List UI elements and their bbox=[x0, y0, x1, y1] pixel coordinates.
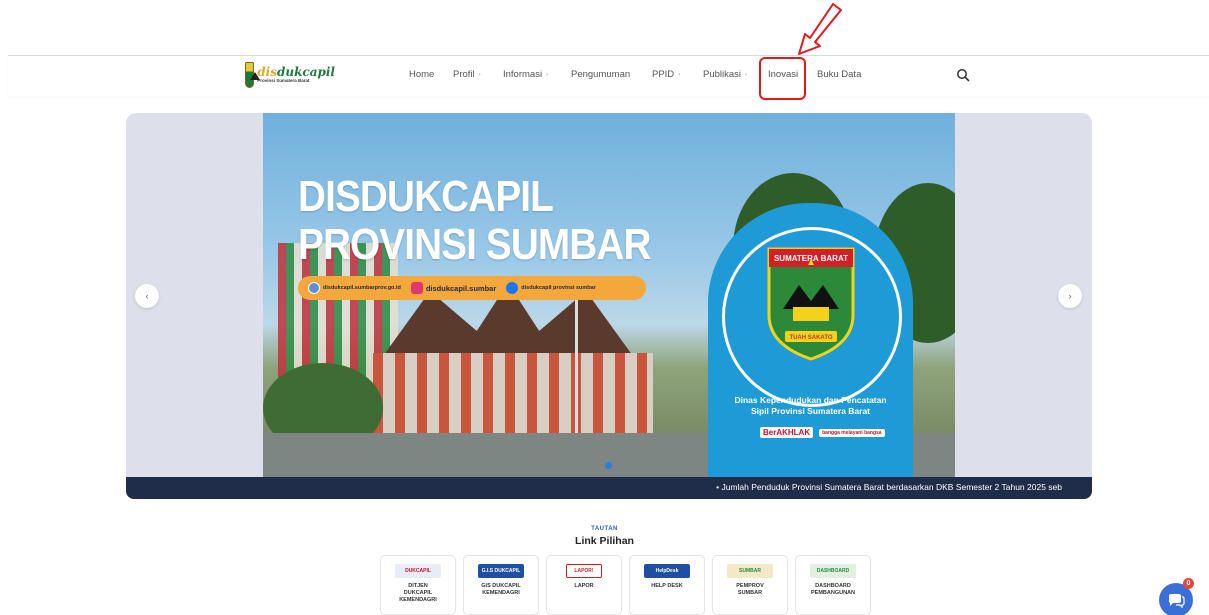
berakhlak-logo: BerAKHLAK bbox=[760, 427, 814, 438]
lapor-logo-icon: LAPOR! bbox=[566, 564, 602, 578]
link-cards: DUKCAPIL DITJEN DUKCAPIL KEMENDAGRI G.I.… bbox=[380, 555, 871, 615]
chat-icon bbox=[1169, 594, 1185, 608]
nav-publikasi[interactable]: Publikasi › bbox=[703, 66, 747, 85]
link-card-lapor[interactable]: LAPOR! LAPOR bbox=[546, 555, 622, 615]
link-card-ditjen-dukcapil[interactable]: DUKCAPIL DITJEN DUKCAPIL KEMENDAGRI bbox=[380, 555, 456, 615]
link-card-dashboard-pembangunan[interactable]: DASHBOARD DASHBOARD PEMBANGUNAN bbox=[795, 555, 871, 615]
nav-informasi[interactable]: Informasi › bbox=[503, 66, 548, 85]
facebook-link: disdukcapil provinsi sumbar bbox=[506, 282, 596, 294]
dashboard-logo-icon: DASHBOARD bbox=[810, 564, 856, 578]
ditjen-logo-icon: DUKCAPIL bbox=[395, 564, 441, 578]
nav-ppid[interactable]: PPID › bbox=[652, 66, 680, 85]
section-eyebrow: TAUTAN bbox=[591, 526, 618, 532]
website-link: disdukcapil.sumbarprov.go.id bbox=[308, 282, 401, 294]
ticker-text: • Jumlah Penduduk Provinsi Sumatera Bara… bbox=[716, 482, 1062, 492]
chevron-down-icon: › bbox=[678, 72, 681, 78]
gis-logo-icon: G.I.S DUKCAPIL bbox=[478, 564, 524, 578]
svg-text:TUAH SAKATO: TUAH SAKATO bbox=[789, 335, 832, 341]
news-ticker: • Jumlah Penduduk Provinsi Sumatera Bara… bbox=[126, 477, 1092, 499]
card-label: GIS DUKCAPIL KEMENDAGRI bbox=[481, 583, 521, 596]
chat-notification-badge: 0 bbox=[1183, 578, 1194, 589]
facebook-icon bbox=[506, 282, 519, 294]
instagram-icon bbox=[410, 282, 423, 294]
instagram-link: disdukcapil.sumbar bbox=[410, 282, 496, 294]
site-logo[interactable]: disdukcapil Provinsi Sumatera Barat bbox=[245, 61, 335, 89]
logo-subtitle: Provinsi Sumatera Barat bbox=[257, 78, 310, 84]
nav-buku-data[interactable]: Buku Data bbox=[817, 66, 861, 84]
hero-slide: DISDUKCAPIL PROVINSI SUMBAR disdukcapil.… bbox=[263, 113, 955, 477]
logo-brand: disdukcapil bbox=[257, 65, 335, 80]
nav-pengumuman[interactable]: Pengumuman bbox=[571, 66, 630, 84]
chevron-down-icon: › bbox=[478, 72, 481, 78]
link-card-pemprov-sumbar[interactable]: SUMBAR PEMPROV SUMBAR bbox=[712, 555, 788, 615]
social-links-banner: disdukcapil.sumbarprov.go.id disdukcapil… bbox=[298, 276, 646, 300]
slider-dot-active[interactable] bbox=[605, 462, 612, 469]
hero-slider: DISDUKCAPIL PROVINSI SUMBAR disdukcapil.… bbox=[126, 113, 1092, 477]
search-icon[interactable] bbox=[956, 68, 970, 82]
nav-home[interactable]: Home bbox=[409, 66, 434, 84]
card-label: DASHBOARD PEMBANGUNAN bbox=[811, 583, 855, 596]
flagpole-image bbox=[575, 283, 578, 443]
annotation-highlight-box bbox=[759, 57, 806, 100]
card-label: DITJEN DUKCAPIL KEMENDAGRI bbox=[399, 583, 437, 603]
section-title: Link Pilihan bbox=[575, 535, 634, 547]
card-label: PEMPROV SUMBAR bbox=[736, 583, 764, 596]
globe-icon bbox=[308, 282, 320, 294]
card-label: LAPOR bbox=[574, 583, 594, 589]
panel-logos: BerAKHLAK bangga melayani bangsa bbox=[760, 427, 885, 438]
chevron-down-icon: › bbox=[745, 72, 748, 78]
annotation-arrow-icon bbox=[798, 3, 842, 55]
helpdesk-logo-icon: HelpDesk bbox=[644, 564, 690, 578]
page: disdukcapil Provinsi Sumatera Barat Home… bbox=[0, 0, 1209, 615]
bangga-melayani-logo: bangga melayani bangsa bbox=[819, 428, 885, 437]
nav-profil[interactable]: Profil › bbox=[453, 66, 481, 85]
pemprov-logo-icon: SUMBAR bbox=[727, 564, 773, 578]
sumbar-emblem-icon: SUMATERA BARAT TUAH SAKATO bbox=[767, 247, 855, 361]
link-card-help-desk[interactable]: HelpDesk HELP DESK bbox=[629, 555, 705, 615]
slider-next-button[interactable]: › bbox=[1058, 284, 1082, 308]
chevron-right-icon: › bbox=[1068, 291, 1072, 301]
card-label: HELP DESK bbox=[651, 583, 683, 589]
emblem-icon bbox=[245, 62, 261, 88]
slider-prev-button[interactable]: ‹ bbox=[135, 284, 159, 308]
hero-title: DISDUKCAPIL PROVINSI SUMBAR bbox=[298, 172, 651, 269]
chevron-left-icon: ‹ bbox=[145, 291, 149, 301]
panel-caption: Dinas Kependudukan dan Pencatatan Sipil … bbox=[734, 395, 887, 416]
chevron-down-icon: › bbox=[546, 72, 549, 78]
link-card-gis-dukcapil[interactable]: G.I.S DUKCAPIL GIS DUKCAPIL KEMENDAGRI bbox=[463, 555, 539, 615]
